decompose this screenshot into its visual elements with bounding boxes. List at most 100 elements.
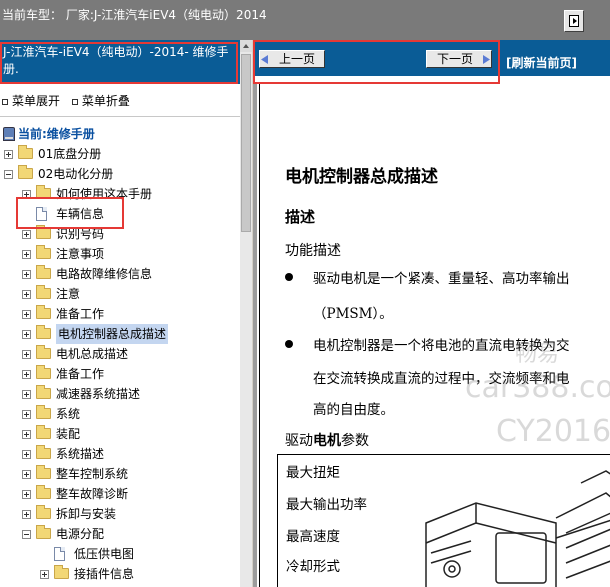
expand-icon[interactable] [22, 310, 31, 319]
tree-item-label: 电路故障维修信息 [56, 267, 153, 281]
tree-item-label: 整车故障诊断 [56, 487, 129, 501]
refresh-page-link[interactable]: [刷新当前页] [506, 54, 577, 71]
folder-icon [36, 345, 51, 359]
expand-all-button[interactable]: 菜单展开 [2, 94, 60, 108]
scroll-thumb[interactable] [241, 54, 251, 232]
tree-item[interactable]: 电机总成描述 [0, 344, 240, 364]
motor-parameter-table: 最大扭矩 最大输出功率 最高速度 冷却形式 [277, 454, 610, 587]
folder-icon [36, 505, 51, 519]
document-icon [54, 547, 65, 561]
tree-item[interactable]: 当前:维修手册 [0, 124, 240, 144]
watermark-text: car388.co [465, 370, 610, 405]
folder-icon [18, 145, 33, 159]
expand-icon[interactable] [22, 450, 31, 459]
tree-item-label: 当前:维修手册 [18, 127, 95, 141]
folder-icon [36, 245, 51, 259]
tree-item[interactable]: 电路故障维修信息 [0, 264, 240, 284]
expand-icon[interactable] [22, 390, 31, 399]
folder-icon [54, 565, 69, 579]
expand-icon[interactable] [22, 430, 31, 439]
page-border-line [259, 84, 260, 587]
expand-icon[interactable] [22, 250, 31, 259]
tree-item-label: 减速器系统描述 [56, 387, 141, 401]
expand-icon[interactable] [22, 370, 31, 379]
expand-icon[interactable] [22, 490, 31, 499]
tree-item[interactable]: 拆卸与安装 [0, 504, 240, 524]
expand-icon[interactable] [40, 570, 49, 579]
tree-item[interactable]: 系统描述 [0, 444, 240, 464]
expand-icon[interactable] [22, 350, 31, 359]
toggle-panel-button[interactable] [564, 10, 584, 32]
tree-item-label: 系统 [56, 407, 81, 421]
table-title-part: 参数 [341, 433, 369, 449]
tree-item[interactable]: 系统 [0, 404, 240, 424]
square-icon [71, 98, 78, 105]
subsection-heading: 功能描述 [285, 243, 341, 259]
expand-icon[interactable] [4, 150, 13, 159]
tree-item[interactable]: 注意 [0, 284, 240, 304]
table-title-part: 电机 [313, 433, 341, 449]
manual-icon [3, 127, 15, 141]
expand-icon[interactable] [22, 270, 31, 279]
tree-item[interactable]: 电机控制器总成描述 [0, 324, 240, 344]
paragraph-line: （PMSM）。 [313, 306, 393, 322]
page-border [253, 84, 257, 587]
collapse-all-button[interactable]: 菜单折叠 [71, 94, 130, 108]
expand-all-label: 菜单展开 [12, 94, 61, 108]
expand-icon[interactable] [22, 470, 31, 479]
tree-item-label: 整车控制系统 [56, 467, 129, 481]
tree-item[interactable]: 01底盘分册 [0, 144, 240, 164]
tree-item[interactable]: 注意事项 [0, 244, 240, 264]
collapse-icon[interactable] [4, 170, 13, 179]
tree-item[interactable]: 02电动化分册 [0, 164, 240, 184]
tree-item-label: 拆卸与安装 [56, 507, 117, 521]
collapse-icon[interactable] [22, 530, 31, 539]
tree-item-label: 低压供电图 [74, 547, 135, 561]
divider [0, 116, 240, 117]
tree-toolbar: 菜单展开 菜单折叠 [2, 92, 138, 109]
tree-scrollbar[interactable] [240, 40, 252, 587]
expand-icon[interactable] [22, 290, 31, 299]
tree-item[interactable]: 准备工作 [0, 304, 240, 324]
folder-icon [36, 225, 51, 239]
table-title: 驱动电机参数 [285, 430, 369, 450]
tree-item-label: 装配 [56, 427, 81, 441]
expand-icon[interactable] [22, 330, 31, 339]
bullet-icon [285, 340, 293, 348]
folder-icon [36, 265, 51, 279]
folder-icon [36, 485, 51, 499]
tree-item-label: 系统描述 [56, 447, 105, 461]
scroll-up-icon[interactable] [240, 40, 252, 52]
motor-illustration [425, 470, 610, 587]
tree-item[interactable]: 装配 [0, 424, 240, 444]
tree-item[interactable]: 低压供电图 [0, 544, 240, 564]
collapse-all-label: 菜单折叠 [81, 94, 130, 108]
arrow-right-icon [569, 15, 579, 27]
document-title: 电机控制器总成描述 [285, 167, 438, 187]
folder-icon [36, 405, 51, 419]
tree-item-label: 电源分配 [56, 527, 105, 541]
tree-item[interactable]: 整车控制系统 [0, 464, 240, 484]
expand-icon[interactable] [22, 230, 31, 239]
tree-item-label: 注意事项 [56, 247, 105, 261]
left-panel: J-江淮汽车-iEV4（纯电动）-2014- 维修手册. 菜单展开 菜单折叠 当… [0, 40, 252, 587]
tree-item-label: 注意 [56, 287, 81, 301]
tree-item[interactable]: 减速器系统描述 [0, 384, 240, 404]
tree-item-label: 电机总成描述 [56, 347, 129, 361]
tree-item[interactable]: 准备工作 [0, 364, 240, 384]
folder-icon [36, 465, 51, 479]
highlight-box-header [0, 42, 238, 84]
title-bar: 当前车型： 厂家:J-江淮汽车iEV4（纯电动）2014 [0, 0, 610, 40]
tree-item[interactable]: 整车故障诊断 [0, 484, 240, 504]
tree-item-label: 02电动化分册 [38, 167, 114, 181]
square-icon [2, 98, 8, 105]
section-heading: 描述 [285, 208, 316, 226]
expand-icon[interactable] [22, 410, 31, 419]
folder-icon [36, 445, 51, 459]
tree-item[interactable]: 电源分配 [0, 524, 240, 544]
expand-icon[interactable] [22, 510, 31, 519]
table-cell: 冷却形式 [286, 559, 340, 575]
paragraph-line: 驱动电机是一个紧凑、重量轻、高功率输出 [313, 271, 570, 287]
table-cell: 最高速度 [286, 529, 340, 545]
tree-item[interactable]: 接插件信息 [0, 564, 240, 584]
